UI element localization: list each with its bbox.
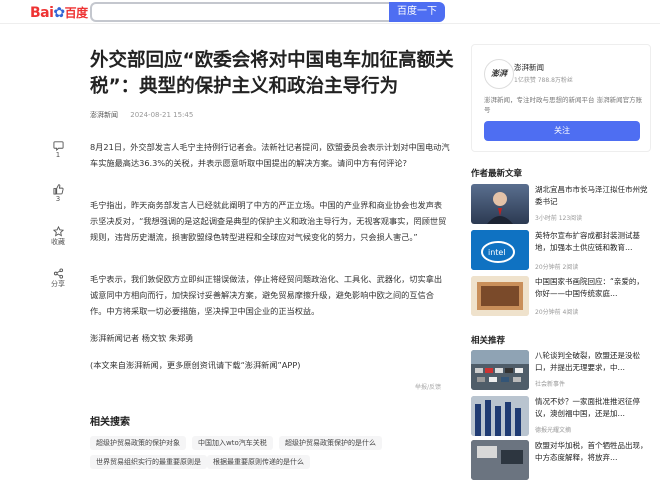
article-title: 外交部回应“欧委会将对中国电车加征高额关税”：典型的保护主义和政治主导行为 [90, 50, 454, 97]
author-stats: 1亿获赞 788.8万粉丝 [514, 77, 573, 84]
like-action[interactable]: 3 [48, 184, 68, 203]
article-meta: 20分钟前 4阅读 [535, 309, 579, 316]
author-avatar[interactable]: 澎湃 [484, 59, 514, 89]
latest-articles-heading: 作者最新文章 [471, 169, 523, 179]
article-thumbnail [471, 396, 529, 436]
related-search-tag[interactable]: 超级护贸易政策的保护对象 [90, 436, 186, 450]
paragraph: 毛宁表示，我们敦促欧方立即纠正错误做法，停止将经贸问题政治化、工具化、武器化，切… [90, 274, 443, 316]
article-title: 情况不妙？一家面批准推迟征停议，澳创福中国，还是加… [535, 397, 640, 418]
logo-text-cn: 百度 [64, 6, 89, 20]
article-source[interactable]: 澎湃新闻 [90, 111, 118, 119]
share-action[interactable]: 分享 [48, 268, 68, 289]
search-button[interactable]: 百度一下 [389, 2, 445, 22]
follow-button[interactable]: 关注 [484, 121, 640, 141]
article-date: 2024-08-21 15:45 [130, 111, 194, 119]
share-label: 分享 [51, 280, 65, 288]
article-thumbnail: intel [471, 230, 529, 270]
article-thumbnail [471, 276, 529, 316]
share-icon [53, 268, 63, 279]
related-search-tag[interactable]: 超级护贸易政策保护的是什么 [279, 436, 382, 450]
article-title: 八轮谈判全破裂，欧盟还是没松口，并提出无理要求，中… [535, 351, 640, 372]
svg-text:intel: intel [488, 248, 506, 257]
recommend-item[interactable]: 八轮谈判全破裂，欧盟还是没松口，并提出无理要求，中… 社会新事件 [471, 350, 651, 394]
article-meta: 澎湃新闻 2024-08-21 15:45 [90, 110, 193, 120]
latest-article-item[interactable]: 中国国家书画院回应：“亲爱的，你好——中国传统家庭… 20分钟前 4阅读 [471, 276, 651, 320]
article-title: 中国国家书画院回应：“亲爱的，你好——中国传统家庭… [535, 277, 644, 298]
recommend-item[interactable]: 欧盟对华加税，首个牺牲品出现，中方态度解释，将放弃… [471, 440, 651, 484]
reporter-line: 澎湃新闻记者 杨文钦 朱郑勇 [90, 333, 194, 343]
like-count: 3 [55, 195, 61, 203]
article-meta: 20分钟前 2阅读 [535, 264, 579, 271]
latest-article-item[interactable]: 湖北宜昌市市长马泽江拟任市州党委书记 3小时前 123阅读 [471, 184, 651, 228]
article-thumbnail [471, 350, 529, 390]
recommend-heading: 相关推荐 [471, 336, 506, 346]
recommend-item[interactable]: 情况不妙？一家面批准推迟征停议，澳创福中国，还是加… 德报光耀文摘 [471, 396, 651, 440]
related-search-tag[interactable]: 中国加入wto汽车关税 [192, 436, 273, 450]
latest-article-item[interactable]: intel 英特尔宣布扩容成都封装测试基地，加强本土供应链和教育… 20分钟前 … [471, 230, 651, 274]
article-title: 湖北宜昌市市长马泽江拟任市州党委书记 [535, 185, 648, 206]
thumbs-up-icon [52, 184, 64, 195]
article-thumbnail [471, 440, 529, 480]
article-meta: 德报光耀文摘 [535, 427, 572, 434]
comment-icon [52, 141, 64, 151]
related-search-heading: 相关搜索 [90, 417, 130, 428]
paw-icon: ✿ [53, 5, 65, 21]
source-note: (本文来自澎湃新闻，更多原创资讯请下载“澎湃新闻”APP) [90, 360, 301, 370]
baidu-logo[interactable]: Bai✿百度 [30, 4, 88, 21]
comment-action[interactable]: 1 [48, 140, 68, 159]
collect-action[interactable]: 收藏 [48, 226, 68, 247]
article-thumbnail [471, 184, 529, 224]
star-icon [52, 226, 64, 237]
top-bar: Bai✿百度 百度一下 [0, 0, 660, 24]
related-search-tag[interactable]: 根据最重要原则传递的是什么 [207, 455, 310, 469]
author-card: 澎湃 澎湃新闻 1亿获赞 788.8万粉丝 澎湃新闻，专注时政与思想的新闻平台 … [471, 44, 651, 152]
article-title: 英特尔宣布扩容成都封装测试基地，加强本土供应链和教育… [535, 231, 640, 252]
collect-label: 收藏 [51, 238, 65, 246]
report-feedback-link[interactable]: 举报/反馈 [415, 382, 441, 391]
paragraph: 8月21日，外交部发言人毛宁主持例行记者会。法新社记者提问，欧盟委员会表示计划对… [90, 142, 450, 168]
logo-text: Bai [30, 5, 54, 21]
article-meta: 3小时前 123阅读 [535, 215, 583, 222]
comment-count: 1 [55, 151, 61, 159]
paragraph: 毛宁指出，昨天商务部发言人已经就此阐明了中方的严正立场。中国的产业界和商业协会也… [90, 200, 447, 242]
article-meta: 社会新事件 [535, 381, 566, 388]
author-name[interactable]: 澎湃新闻 [514, 62, 544, 73]
related-search-tag[interactable]: 世界贸易组织实行的最重要原则是 [90, 455, 207, 469]
search-input[interactable] [90, 2, 390, 22]
article-title: 欧盟对华加税，首个牺牲品出现，中方态度解释，将放弃… [535, 441, 648, 462]
author-description: 澎湃新闻，专注时政与思想的新闻平台 澎湃新闻官方账号 [484, 96, 643, 114]
